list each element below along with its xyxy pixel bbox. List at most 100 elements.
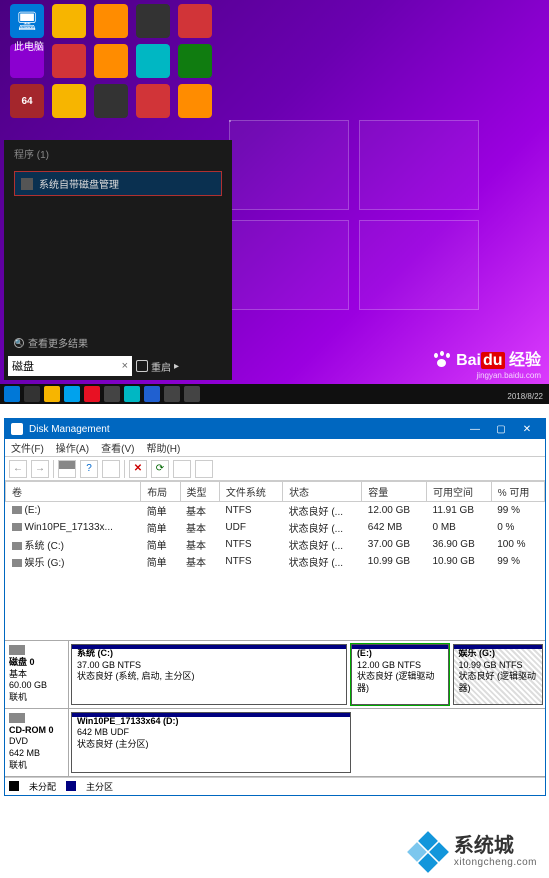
toolbar-button[interactable] bbox=[195, 460, 213, 478]
legend: 未分配 主分区 bbox=[5, 777, 545, 795]
app-icon[interactable] bbox=[94, 84, 128, 118]
baidu-watermark: Baidu 经验 jingyan.baidu.com bbox=[432, 346, 541, 380]
forward-button[interactable] bbox=[31, 460, 49, 478]
app-icon[interactable] bbox=[52, 84, 86, 118]
disk-0-size: 60.00 GB bbox=[9, 680, 64, 692]
volume-list-table: 卷 布局 类型 文件系统 状态 容量 可用空间 % 可用 (E:)简单基本NTF… bbox=[5, 481, 545, 570]
this-pc-icon[interactable]: 🖥 bbox=[10, 4, 44, 38]
disk-graphical-view: 磁盘 0 基本 60.00 GB 联机 系统 (C:) 37.00 GB NTF… bbox=[5, 640, 545, 777]
volume-icon bbox=[12, 523, 22, 531]
file-explorer-icon[interactable] bbox=[44, 386, 60, 402]
legend-unallocated: 未分配 bbox=[29, 780, 56, 793]
maximize-button[interactable]: ▢ bbox=[489, 421, 513, 437]
baidu-du: du bbox=[481, 352, 505, 369]
table-row[interactable]: 娱乐 (G:)简单基本NTFS状态良好 (...10.99 GB10.90 GB… bbox=[6, 553, 545, 570]
legend-unallocated-icon bbox=[9, 781, 19, 791]
table-row[interactable]: 系统 (C:)简单基本NTFS状态良好 (...37.00 GB36.90 GB… bbox=[6, 536, 545, 553]
baidu-bai: Bai bbox=[456, 352, 481, 369]
app-icon[interactable] bbox=[136, 84, 170, 118]
chevron-right-icon: ▸ bbox=[174, 361, 179, 372]
clear-icon[interactable]: × bbox=[122, 360, 128, 372]
view-button[interactable] bbox=[58, 460, 76, 478]
search-result-disk-management[interactable]: 系统自带磁盘管理 bbox=[14, 171, 222, 196]
taskbar-app-icon[interactable] bbox=[164, 386, 180, 402]
col-volume[interactable]: 卷 bbox=[6, 482, 141, 502]
start-button[interactable] bbox=[4, 386, 20, 402]
col-free[interactable]: 可用空间 bbox=[427, 482, 492, 502]
app-icon[interactable] bbox=[136, 44, 170, 78]
table-row[interactable]: (E:)简单基本NTFS状态良好 (...12.00 GB11.91 GB99 … bbox=[6, 502, 545, 520]
col-capacity[interactable]: 容量 bbox=[362, 482, 427, 502]
disk-0-row[interactable]: 磁盘 0 基本 60.00 GB 联机 系统 (C:) 37.00 GB NTF… bbox=[5, 641, 545, 709]
part-size: 12.00 GB NTFS bbox=[357, 660, 421, 670]
menu-help[interactable]: 帮助(H) bbox=[146, 440, 180, 455]
menu-file[interactable]: 文件(F) bbox=[11, 440, 44, 455]
volume-icon bbox=[12, 506, 22, 514]
restart-button[interactable]: 重启 ▸ bbox=[136, 359, 179, 374]
separator bbox=[53, 460, 54, 478]
partition-e[interactable]: (E:) 12.00 GB NTFS 状态良好 (逻辑驱动器) bbox=[351, 644, 449, 705]
col-pct[interactable]: % 可用 bbox=[491, 482, 544, 502]
refresh-button[interactable] bbox=[151, 460, 169, 478]
search-input[interactable]: 磁盘 × bbox=[8, 356, 132, 376]
app-icon[interactable] bbox=[52, 44, 86, 78]
partition-g[interactable]: 娱乐 (G:) 10.99 GB NTFS 状态良好 (逻辑驱动器) bbox=[453, 644, 543, 705]
help-button[interactable]: ? bbox=[80, 460, 98, 478]
delete-button[interactable]: ✕ bbox=[129, 460, 147, 478]
disk-0-type: 基本 bbox=[9, 669, 64, 681]
window-title: Disk Management bbox=[29, 424, 110, 435]
restart-label: 重启 bbox=[151, 359, 171, 374]
menubar: 文件(F) 操作(A) 查看(V) 帮助(H) bbox=[5, 439, 545, 457]
search-input-value: 磁盘 bbox=[12, 358, 34, 374]
app-icon[interactable]: 64 bbox=[10, 84, 44, 118]
disk-0-status: 联机 bbox=[9, 692, 64, 704]
toolbar-button[interactable] bbox=[102, 460, 120, 478]
taskbar bbox=[0, 384, 549, 404]
ie-icon[interactable] bbox=[64, 386, 80, 402]
app-icon[interactable] bbox=[136, 4, 170, 38]
app-icon[interactable] bbox=[178, 44, 212, 78]
app-icon[interactable] bbox=[178, 84, 212, 118]
this-pc-label: 此电脑 bbox=[14, 38, 44, 53]
part-title: 系统 (C:) bbox=[77, 648, 113, 658]
disk-management-window: Disk Management — ▢ ✕ 文件(F) 操作(A) 查看(V) … bbox=[4, 418, 546, 796]
taskbar-app-icon[interactable] bbox=[104, 386, 120, 402]
col-layout[interactable]: 布局 bbox=[141, 482, 180, 502]
table-row[interactable]: Win10PE_17133x...简单基本UDF状态良好 (...642 MB0… bbox=[6, 519, 545, 536]
search-result-label: 系统自带磁盘管理 bbox=[39, 176, 119, 191]
cdrom-0-row[interactable]: CD-ROM 0 DVD 642 MB 联机 Win10PE_17133x64 … bbox=[5, 709, 545, 777]
minimize-button[interactable]: — bbox=[463, 421, 487, 437]
partition-d[interactable]: Win10PE_17133x64 (D:) 642 MB UDF 状态良好 (主… bbox=[71, 712, 351, 773]
taskbar-app-icon[interactable] bbox=[84, 386, 100, 402]
taskbar-app-icon[interactable] bbox=[144, 386, 160, 402]
toolbar-button[interactable] bbox=[173, 460, 191, 478]
paw-icon bbox=[432, 351, 452, 371]
col-type[interactable]: 类型 bbox=[180, 482, 219, 502]
back-button[interactable] bbox=[9, 460, 27, 478]
site-name-cn: 系统城 bbox=[454, 835, 537, 857]
see-more-results[interactable]: 🔍 查看更多结果 bbox=[14, 335, 88, 350]
app-icon[interactable] bbox=[94, 4, 128, 38]
partition-c[interactable]: 系统 (C:) 37.00 GB NTFS 状态良好 (系统, 启动, 主分区) bbox=[71, 644, 347, 705]
part-title: Win10PE_17133x64 (D:) bbox=[77, 716, 178, 726]
menu-action[interactable]: 操作(A) bbox=[56, 440, 89, 455]
app-icon[interactable] bbox=[94, 44, 128, 78]
app-icon[interactable] bbox=[52, 4, 86, 38]
part-size: 642 MB UDF bbox=[77, 727, 129, 737]
part-status: 状态良好 (逻辑驱动器) bbox=[357, 671, 435, 693]
disk-0-header: 磁盘 0 基本 60.00 GB 联机 bbox=[5, 641, 69, 708]
col-status[interactable]: 状态 bbox=[283, 482, 362, 502]
part-status: 状态良好 (主分区) bbox=[77, 739, 149, 749]
menu-view[interactable]: 查看(V) bbox=[101, 440, 134, 455]
close-button[interactable]: ✕ bbox=[515, 421, 539, 437]
see-more-label: 查看更多结果 bbox=[28, 335, 88, 350]
app-icon[interactable] bbox=[178, 4, 212, 38]
titlebar: Disk Management — ▢ ✕ bbox=[5, 419, 545, 439]
taskbar-app-icon[interactable] bbox=[124, 386, 140, 402]
legend-primary: 主分区 bbox=[86, 780, 113, 793]
col-fs[interactable]: 文件系统 bbox=[219, 482, 282, 502]
taskbar-app-icon[interactable] bbox=[184, 386, 200, 402]
taskbar-search-icon[interactable] bbox=[24, 386, 40, 402]
part-title: (E:) bbox=[357, 648, 372, 658]
toolbar: ? ✕ bbox=[5, 457, 545, 481]
